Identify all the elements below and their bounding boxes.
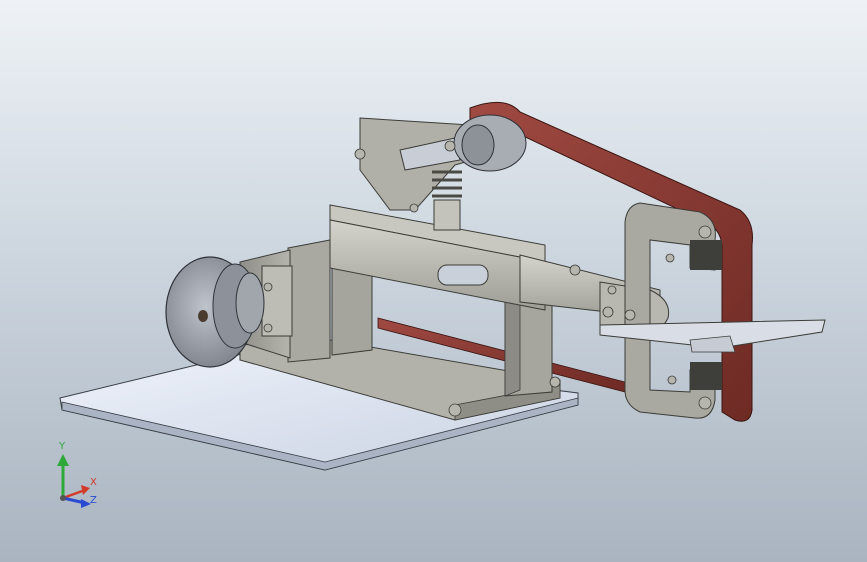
belt-grinder-3d-model[interactable] [0,0,867,562]
axis-x-label: X [90,477,97,488]
axis-y-label: Y [59,441,66,452]
axis-arrows [57,454,91,508]
cad-3d-viewport[interactable]: Y X Z [0,0,867,562]
tool-arm[interactable] [329,204,670,333]
axis-z-label: Z [90,495,97,506]
coordinate-triad: Y X Z [48,440,108,510]
tension-spring[interactable] [432,170,462,231]
